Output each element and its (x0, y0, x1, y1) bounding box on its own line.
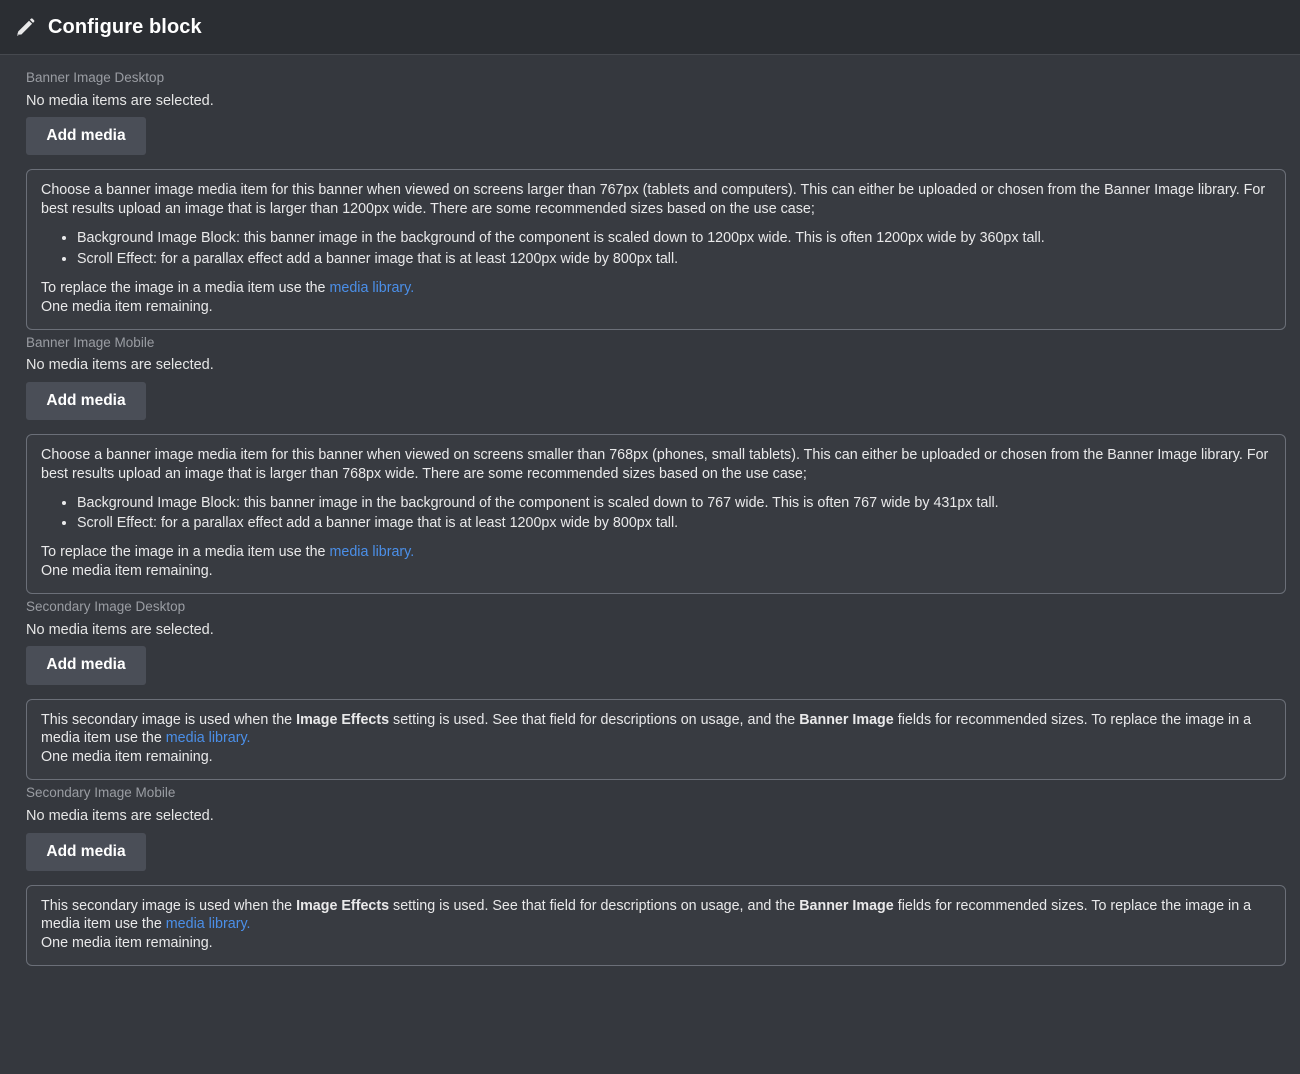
term-banner-image: Banner Image (799, 711, 894, 728)
media-library-link[interactable]: media library. (329, 544, 414, 560)
dialog-header: Configure block (0, 0, 1300, 55)
term-banner-image: Banner Image (799, 897, 894, 914)
field-banner-image-desktop: Banner Image Desktop No media items are … (26, 71, 1286, 330)
remaining-count-text: One media item remaining. (41, 935, 213, 952)
add-media-button[interactable]: Add media (26, 381, 146, 420)
description-intro: Choose a banner image media item for thi… (41, 182, 1266, 218)
term-image-effects: Image Effects (296, 711, 390, 728)
media-library-link[interactable]: media library. (166, 916, 251, 932)
media-status-text: No media items are selected. (26, 92, 214, 109)
description-intro: Choose a banner image media item for thi… (41, 447, 1269, 482)
field-description: Choose a banner image media item for thi… (26, 434, 1286, 595)
replace-instruction: To replace the image in a media item use… (41, 279, 1271, 298)
term-image-effects: Image Effects (296, 897, 390, 914)
media-status-text: No media items are selected. (26, 621, 214, 638)
field-secondary-image-mobile: Secondary Image Mobile No media items ar… (26, 785, 1286, 967)
field-label: Banner Image Desktop (26, 70, 165, 85)
add-media-button[interactable]: Add media (26, 646, 146, 685)
media-status-text: No media items are selected. (26, 807, 214, 824)
remaining-count-text: One media item remaining. (41, 298, 213, 315)
description-intro: This secondary image is used when the Im… (41, 711, 1271, 749)
field-label: Secondary Image Desktop (26, 599, 186, 615)
description-bullet-list: Background Image Block: this banner imag… (41, 229, 1271, 269)
description-intro: This secondary image is used when the Im… (41, 897, 1271, 935)
media-status-text: No media items are selected. (26, 357, 214, 374)
replace-prefix-text: To replace the image in a media item use… (41, 544, 330, 561)
media-library-link[interactable]: media library. (166, 730, 251, 746)
configure-block-form: Banner Image Desktop No media items are … (0, 55, 1300, 967)
description-bullet-list: Background Image Block: this banner imag… (41, 494, 1271, 534)
list-item: Background Image Block: this banner imag… (77, 494, 1271, 513)
description-part-2: setting is used. See that field for desc… (389, 711, 800, 728)
media-library-link[interactable]: media library. (329, 280, 414, 296)
field-label: Secondary Image Mobile (26, 785, 176, 801)
pencil-icon (14, 16, 36, 38)
field-secondary-image-desktop: Secondary Image Desktop No media items a… (26, 599, 1286, 781)
remaining-count-text: One media item remaining. (41, 563, 213, 580)
list-item: Scroll Effect: for a parallax effect add… (77, 514, 1271, 533)
field-label: Banner Image Mobile (26, 334, 155, 350)
page-title: Configure block (48, 15, 202, 38)
replace-prefix-text: To replace the image in a media item use… (41, 279, 330, 296)
replace-instruction: To replace the image in a media item use… (41, 543, 1271, 562)
list-item: Scroll Effect: for a parallax effect add… (77, 250, 1271, 269)
list-item: Background Image Block: this banner imag… (77, 229, 1271, 248)
field-description: Choose a banner image media item for thi… (26, 169, 1286, 330)
field-description: This secondary image is used when the Im… (26, 698, 1286, 781)
add-media-button[interactable]: Add media (26, 832, 146, 871)
remaining-count-text: One media item remaining. (41, 749, 213, 766)
field-description: This secondary image is used when the Im… (26, 884, 1286, 967)
description-part-2: setting is used. See that field for desc… (389, 897, 800, 914)
field-banner-image-mobile: Banner Image Mobile No media items are s… (26, 336, 1286, 595)
description-part-1: This secondary image is used when the (41, 711, 297, 728)
add-media-button[interactable]: Add media (26, 117, 146, 156)
description-part-1: This secondary image is used when the (41, 897, 297, 914)
